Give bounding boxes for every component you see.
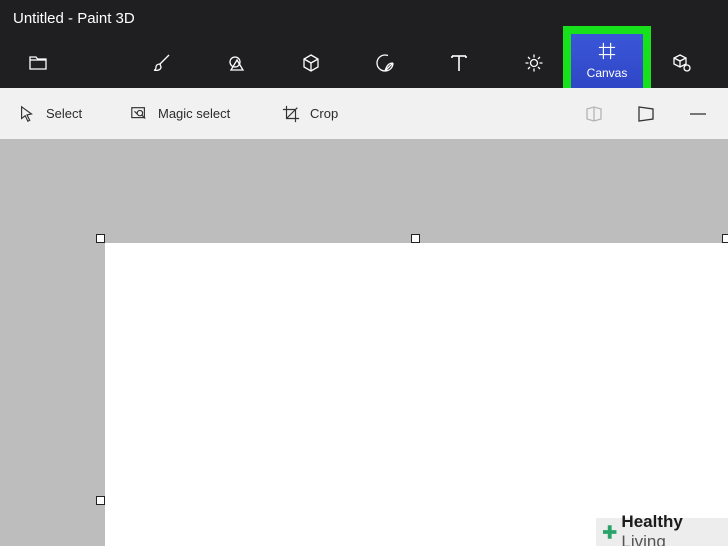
watermark-suffix: Living	[621, 532, 666, 546]
canvas-tab-label: Canvas	[586, 66, 628, 80]
minimize-panel-button[interactable]	[688, 104, 708, 124]
resize-handle-middle-left[interactable]	[96, 496, 105, 505]
watermark: Healthy Living	[596, 512, 728, 546]
select-button[interactable]: Select	[18, 88, 82, 139]
3d-view-icon	[586, 106, 602, 122]
watermark-brand: Healthy	[621, 512, 683, 531]
3d-library-icon	[673, 54, 691, 72]
resize-handle-top-left[interactable]	[96, 234, 105, 243]
resize-handle-top-right[interactable]	[722, 234, 728, 243]
3d-view-button[interactable]	[584, 104, 604, 124]
crop-button[interactable]: Crop	[282, 88, 338, 139]
canvas-tab[interactable]: Canvas	[563, 26, 651, 97]
3d-library-button[interactable]	[667, 48, 697, 78]
menu-folder-button[interactable]	[23, 48, 53, 78]
2d-shapes-button[interactable]	[222, 48, 252, 78]
folder-icon	[29, 56, 47, 70]
select-label: Select	[46, 106, 83, 121]
magic-select-button[interactable]: Magic select	[130, 88, 230, 139]
canvas-tab-selected[interactable]: Canvas	[571, 34, 643, 89]
perspective-icon	[638, 106, 654, 122]
text-button[interactable]	[444, 48, 474, 78]
perspective-button[interactable]	[636, 104, 656, 124]
stickers-button[interactable]	[370, 48, 400, 78]
text-icon	[451, 55, 467, 71]
stickers-icon	[376, 54, 394, 72]
3d-shapes-icon	[303, 54, 319, 72]
effects-icon	[525, 54, 543, 72]
magic-select-label: Magic select	[158, 106, 231, 121]
magic-select-icon	[131, 106, 146, 119]
crop-icon	[282, 105, 300, 122]
3d-shapes-button[interactable]	[296, 48, 326, 78]
healthy-living-logo-icon	[602, 525, 617, 539]
resize-handle-top-center[interactable]	[411, 234, 420, 243]
minus-icon	[690, 113, 706, 115]
brush-icon	[153, 54, 170, 72]
drawing-canvas[interactable]	[105, 243, 728, 546]
brushes-button[interactable]	[147, 48, 177, 78]
cursor-icon	[21, 105, 33, 122]
window-title: Untitled - Paint 3D	[13, 10, 135, 27]
effects-button[interactable]	[519, 48, 549, 78]
canvas-options-bar: Select Magic select Crop	[0, 88, 728, 139]
canvas-icon	[598, 42, 616, 60]
2d-shapes-icon	[229, 56, 245, 71]
watermark-text: Healthy Living	[621, 512, 728, 546]
crop-label: Crop	[310, 106, 339, 121]
title-bar: Untitled - Paint 3D Canvas	[0, 0, 728, 97]
